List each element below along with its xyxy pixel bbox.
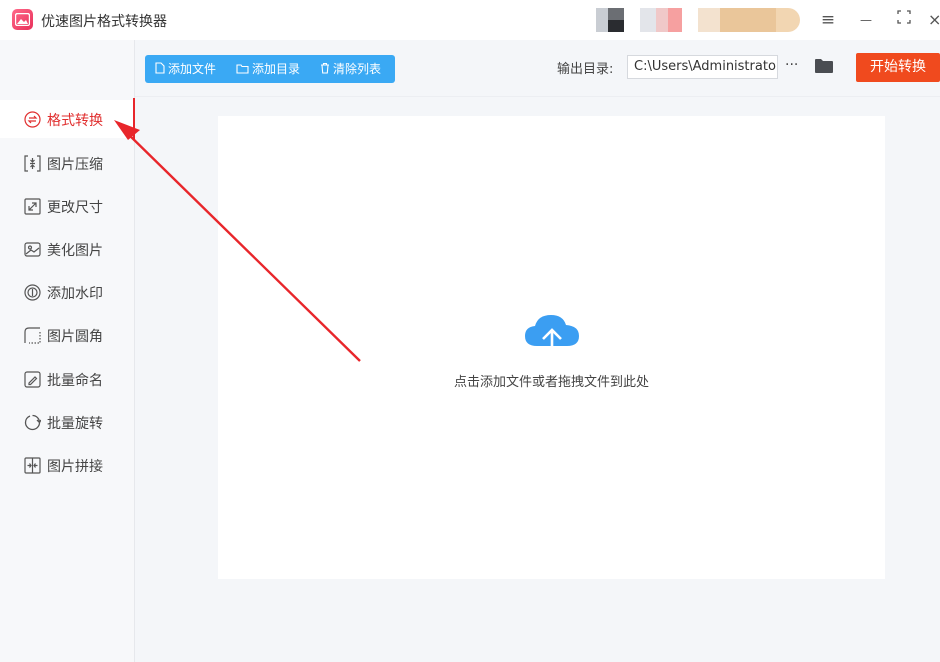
maximize-icon[interactable]: [894, 10, 914, 30]
convert-icon: [24, 111, 41, 128]
sidebar: 格式转换 图片压缩 更改尺寸 美化图片 添加水印 图片圆角 批量命名 批量旋转 …: [0, 40, 135, 662]
output-dir-input[interactable]: C:\Users\Administrator\: [627, 55, 778, 79]
toolbar-divider: [135, 96, 940, 97]
sidebar-item-beautify[interactable]: 美化图片: [0, 230, 134, 268]
add-file-label: 添加文件: [168, 62, 217, 76]
sidebar-item-rotate[interactable]: 批量旋转: [0, 403, 134, 441]
file-drop-area[interactable]: 点击添加文件或者拖拽文件到此处: [218, 116, 885, 579]
blurred-banner: [698, 8, 802, 32]
rename-icon: [24, 371, 41, 388]
sidebar-item-label: 美化图片: [47, 243, 103, 259]
sidebar-item-label: 格式转换: [47, 113, 103, 129]
drop-hint-text: 点击添加文件或者拖拽文件到此处: [453, 375, 649, 390]
minimize-icon[interactable]: —: [856, 10, 876, 30]
clear-list-button[interactable]: 清除列表: [320, 55, 381, 83]
watermark-icon: [24, 284, 41, 301]
beautify-icon: [24, 241, 41, 258]
sidebar-item-label: 图片压缩: [47, 157, 103, 173]
sidebar-item-round-corner[interactable]: 图片圆角: [0, 316, 134, 354]
blurred-account-area: [596, 8, 686, 32]
annotation-marker-line: [133, 98, 135, 140]
round-corner-icon: [24, 327, 41, 344]
sidebar-item-rename[interactable]: 批量命名: [0, 360, 134, 398]
sidebar-item-label: 批量旋转: [47, 416, 103, 432]
folder-icon[interactable]: [814, 58, 834, 74]
close-icon[interactable]: ×: [928, 10, 940, 30]
sidebar-item-format-convert[interactable]: 格式转换: [0, 100, 134, 138]
sidebar-item-stitch[interactable]: 图片拼接: [0, 446, 134, 484]
trash-icon: [320, 56, 330, 84]
menu-icon[interactable]: ≡: [818, 10, 838, 30]
add-folder-button[interactable]: 添加目录: [236, 55, 300, 83]
app-title: 优速图片格式转换器: [41, 14, 167, 30]
clear-list-label: 清除列表: [333, 62, 382, 76]
file-toolbar: 添加文件 添加目录 清除列表: [145, 55, 395, 83]
sidebar-item-label: 更改尺寸: [47, 200, 103, 216]
sidebar-item-compress[interactable]: 图片压缩: [0, 144, 134, 182]
sidebar-item-label: 图片圆角: [47, 329, 103, 345]
resize-icon: [24, 198, 41, 215]
stitch-icon: [24, 457, 41, 474]
more-options-button[interactable]: ···: [785, 56, 803, 76]
start-convert-button[interactable]: 开始转换: [856, 53, 940, 82]
add-folder-label: 添加目录: [252, 62, 301, 76]
cloud-upload-icon: [523, 312, 581, 364]
folder-outline-icon: [236, 56, 249, 84]
sidebar-item-resize[interactable]: 更改尺寸: [0, 187, 134, 225]
title-bar: 优速图片格式转换器 ≡ — ×: [0, 0, 940, 40]
output-dir-label: 输出目录:: [557, 62, 614, 77]
sidebar-item-label: 添加水印: [47, 286, 103, 302]
compress-icon: [24, 155, 41, 172]
rotate-icon: [24, 414, 42, 431]
file-icon: [155, 56, 165, 84]
app-logo-icon: [12, 9, 33, 30]
sidebar-item-watermark[interactable]: 添加水印: [0, 273, 134, 311]
add-file-button[interactable]: 添加文件: [155, 55, 216, 83]
sidebar-item-label: 批量命名: [47, 373, 103, 389]
sidebar-item-label: 图片拼接: [47, 459, 103, 475]
